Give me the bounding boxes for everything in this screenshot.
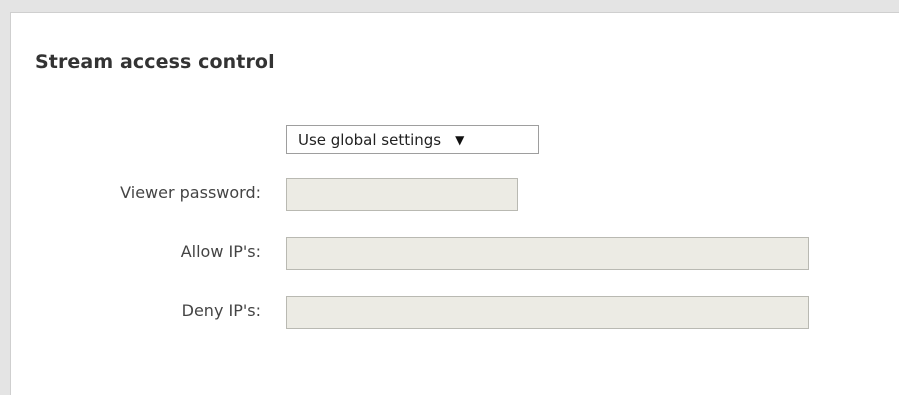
stream-access-panel: Stream access control Use global setting… <box>10 12 899 395</box>
access-mode-select[interactable]: Use global settings ▼ <box>286 125 539 154</box>
viewer-password-field[interactable] <box>286 178 518 211</box>
deny-ips-label: Deny IP's: <box>181 301 261 320</box>
viewer-password-label: Viewer password: <box>120 183 261 202</box>
chevron-down-icon: ▼ <box>455 132 465 147</box>
section-title: Stream access control <box>35 51 275 73</box>
allow-ips-field[interactable] <box>286 237 809 270</box>
deny-ips-field[interactable] <box>286 296 809 329</box>
allow-ips-label: Allow IP's: <box>180 242 261 261</box>
access-mode-selected-value: Use global settings <box>298 130 442 149</box>
